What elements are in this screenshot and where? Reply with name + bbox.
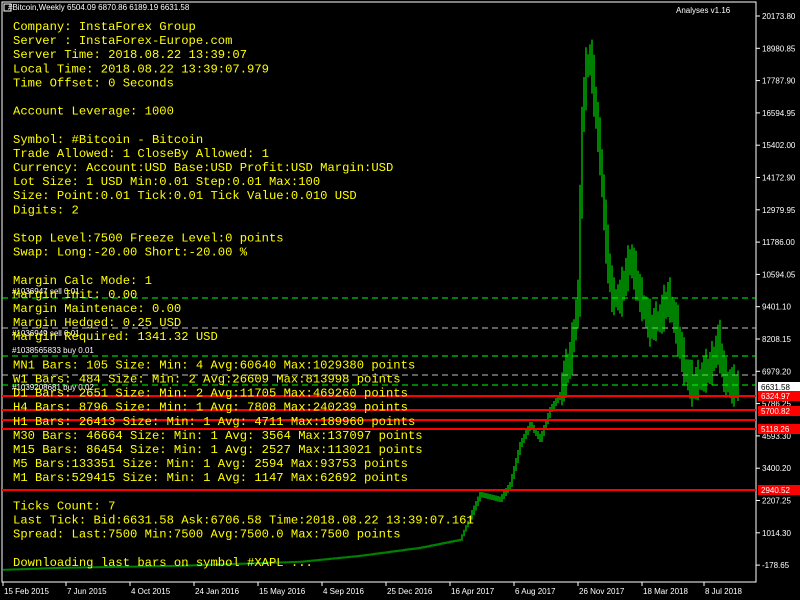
price-axis-label: 12979.95 [762, 206, 796, 215]
order-label[interactable]: #1038565833 buy 0.01 [12, 346, 94, 355]
info-line: D1 Bars: 2651 Size: Min: 2 Avg:11705 Max… [13, 387, 408, 401]
info-line: Stop Level:7500 Freeze Level:0 points [13, 232, 284, 246]
time-axis-label: 26 Nov 2017 [579, 587, 625, 596]
info-line: Ticks Count: 7 [13, 499, 115, 513]
info-line: Lot Size: 1 USD Min:0.01 Step:0.01 Max:1… [13, 175, 320, 189]
time-axis-label: 8 Jul 2018 [705, 587, 742, 596]
info-line: Trade Allowed: 1 CloseBy Allowed: 1 [13, 147, 269, 161]
price-axis-label: 3400.20 [762, 464, 791, 473]
time-axis-label: 4 Sep 2016 [323, 587, 364, 596]
price-axis-label: 10594.05 [762, 270, 796, 279]
info-line: Server : InstaForex-Europe.com [13, 34, 232, 48]
price-axis-label: -178.65 [762, 561, 790, 570]
price-axis-label: 16594.95 [762, 109, 796, 118]
info-line: Account Leverage: 1000 [13, 105, 174, 119]
info-line: Margin Maintenace: 0.00 [13, 302, 181, 316]
time-axis-label: 4 Oct 2015 [131, 587, 171, 596]
price-axis-label: 2207.25 [762, 497, 791, 506]
info-line: Margin Required: 1341.32 USD [13, 330, 218, 344]
info-line: H1 Bars: 26413 Size: Min: 1 Avg: 4711 Ma… [13, 415, 415, 429]
info-line: MN1 Bars: 105 Size: Min: 4 Avg:60640 Max… [13, 358, 415, 372]
time-axis-label: 18 Mar 2018 [643, 587, 688, 596]
time-axis-label: 7 Jun 2015 [67, 587, 107, 596]
time-axis-label: 24 Jan 2016 [195, 587, 240, 596]
time-axis-label: 15 May 2016 [259, 587, 306, 596]
time-axis-label: 25 Dec 2016 [387, 587, 433, 596]
info-line: Spread: Last:7500 Min:7500 Avg:7500.0 Ma… [13, 528, 401, 542]
price-tag: 2940.52 [761, 486, 790, 495]
price-axis-label: 20173.80 [762, 12, 796, 21]
info-line: Margin Calc Mode: 1 [13, 274, 152, 288]
price-axis-label: 11786.00 [762, 238, 795, 247]
info-line: M1 Bars:529415 Size: Min: 1 Avg: 1147 Ma… [13, 471, 408, 485]
price-axis-label: 8208.15 [762, 335, 791, 344]
info-line: Margin Hedged: 0.25 USD [13, 316, 181, 330]
time-axis-label: 16 Apr 2017 [451, 587, 495, 596]
info-line: Margin Init: 0.00 [13, 288, 137, 302]
price-tag: 5118.26 [761, 425, 790, 434]
info-line: Swap: Long:-20.00 Short:-20.00 % [13, 246, 248, 260]
info-line: Server Time: 2018.08.22 13:39:07 [13, 48, 247, 62]
price-axis-label: 1014.30 [762, 529, 791, 538]
info-line: Symbol: #Bitcoin - Bitcoin [13, 133, 203, 147]
info-line: Time Offset: 0 Seconds [13, 76, 174, 90]
time-axis-label: 15 Feb 2015 [4, 587, 49, 596]
price-axis-label: 6979.20 [762, 367, 791, 376]
indicator-label: Analyses v1.16 [676, 6, 731, 15]
info-line: Local Time: 2018.08.22 13:39:07.979 [13, 62, 269, 76]
price-axis-label: 17787.90 [762, 77, 796, 86]
chart-title: #Bitcoin,Weekly 6504.09 6870.86 6189.19 … [8, 3, 190, 12]
info-line: Company: InstaForex Group [13, 20, 196, 34]
price-axis-label: 15402.00 [762, 141, 796, 150]
price-chart[interactable]: #Bitcoin,Weekly 6504.09 6870.86 6189.19 … [0, 0, 800, 600]
info-line: M30 Bars: 46664 Size: Min: 1 Avg: 3564 M… [13, 429, 423, 443]
price-axis-label: 9401.10 [762, 303, 791, 312]
info-line: Currency: Account:USD Base:USD Profit:US… [13, 161, 393, 175]
info-line: Downloading last bars on symbol #XAPL ..… [13, 556, 313, 570]
info-line: Last Tick: Bid:6631.58 Ask:6706.58 Time:… [13, 514, 474, 528]
info-line: Digits: 2 [13, 203, 79, 217]
price-tag: 5700.82 [761, 407, 790, 416]
price-axis-label: 14172.90 [762, 174, 796, 183]
info-line: W1 Bars: 484 Size: Min: 2 Avg:26609 Max:… [13, 373, 401, 387]
price-tag: 6324.97 [761, 392, 790, 401]
info-line: M15 Bars: 86454 Size: Min: 1 Avg: 2527 M… [13, 443, 423, 457]
time-axis-label: 6 Aug 2017 [515, 587, 556, 596]
price-tag: 6631.58 [761, 383, 790, 392]
info-line: H4 Bars: 8796 Size: Min: 1 Avg: 7808 Max… [13, 401, 408, 415]
price-axis-label: 18980.85 [762, 44, 796, 53]
info-line: M5 Bars:133351 Size: Min: 1 Avg: 2594 Ma… [13, 457, 408, 471]
info-line: Size: Point:0.01 Tick:0.01 Tick Value:0.… [13, 189, 357, 203]
